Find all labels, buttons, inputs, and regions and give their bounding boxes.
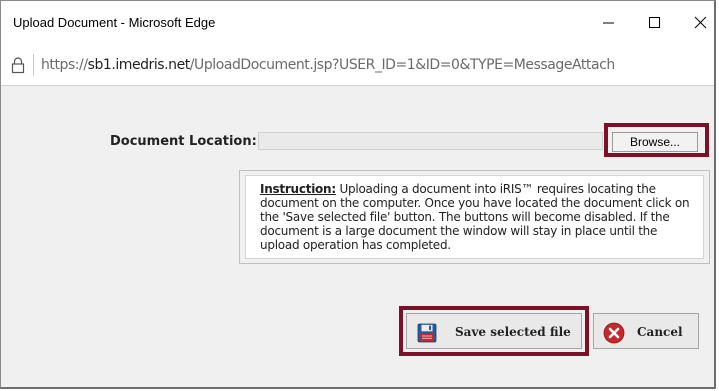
minimize-icon (603, 22, 614, 24)
minimize-button[interactable] (585, 7, 631, 39)
url-text[interactable]: https://sb1.imedris.net/UploadDocument.j… (41, 57, 615, 73)
cancel-button[interactable]: Cancel (593, 313, 699, 349)
instruction-panel: Instruction: Uploading a document into i… (245, 175, 704, 259)
cancel-button-label: Cancel (637, 325, 683, 339)
document-location-label: Document Location: (110, 134, 257, 149)
save-selected-file-button[interactable]: Save selected file (406, 313, 582, 349)
cancel-x-circle-icon (603, 322, 625, 344)
title-bar: Upload Document - Microsoft Edge (1, 1, 714, 45)
page-content: Document Location: Browse... Instruction… (1, 86, 714, 387)
close-icon (694, 16, 707, 29)
browse-button[interactable]: Browse... (612, 132, 698, 152)
url-host: sb1.imedris.net (87, 57, 191, 73)
maximize-button[interactable] (631, 7, 677, 39)
close-window-button[interactable] (677, 7, 719, 39)
floppy-disk-icon (417, 323, 437, 343)
address-bar[interactable]: https://sb1.imedris.net/UploadDocument.j… (1, 45, 714, 86)
url-path: /UploadDocument.jsp?USER_ID=1&ID=0&TYPE=… (189, 57, 615, 73)
address-divider (33, 54, 34, 76)
lock-icon (11, 57, 25, 74)
url-prefix: https:// (41, 57, 88, 73)
maximize-icon (649, 17, 660, 28)
instruction-box: Instruction: Uploading a document into i… (239, 170, 710, 264)
save-button-label: Save selected file (455, 325, 571, 339)
browser-window: Upload Document - Microsoft Edge https:/… (0, 0, 716, 389)
document-location-field[interactable] (258, 132, 603, 150)
instruction-title: Instruction: (260, 182, 336, 196)
window-title: Upload Document - Microsoft Edge (13, 15, 216, 30)
